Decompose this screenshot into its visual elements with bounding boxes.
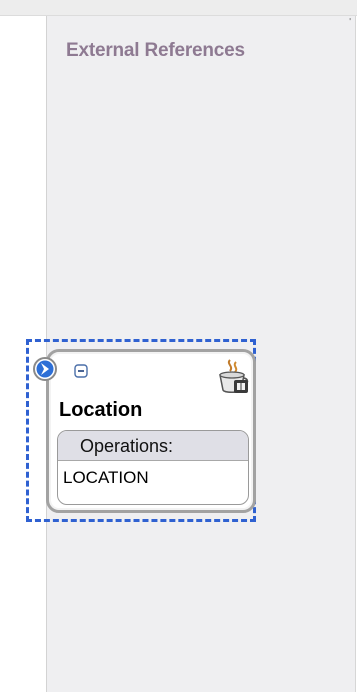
swimlane-title: External References xyxy=(66,40,245,61)
java-coffee-cup-icon xyxy=(219,359,249,393)
top-toolbar-strip xyxy=(0,0,357,16)
component-name: Location xyxy=(59,399,143,421)
operation-item[interactable]: LOCATION xyxy=(58,461,248,491)
lane-corner-marker: ' xyxy=(349,17,352,26)
composite-editor-canvas[interactable]: ' External References Location Operation… xyxy=(0,0,357,692)
operations-panel: Operations: LOCATION xyxy=(57,430,249,505)
collapse-icon[interactable] xyxy=(74,364,88,378)
service-port-arrow-icon[interactable] xyxy=(32,354,62,384)
operations-header: Operations: xyxy=(58,431,248,461)
